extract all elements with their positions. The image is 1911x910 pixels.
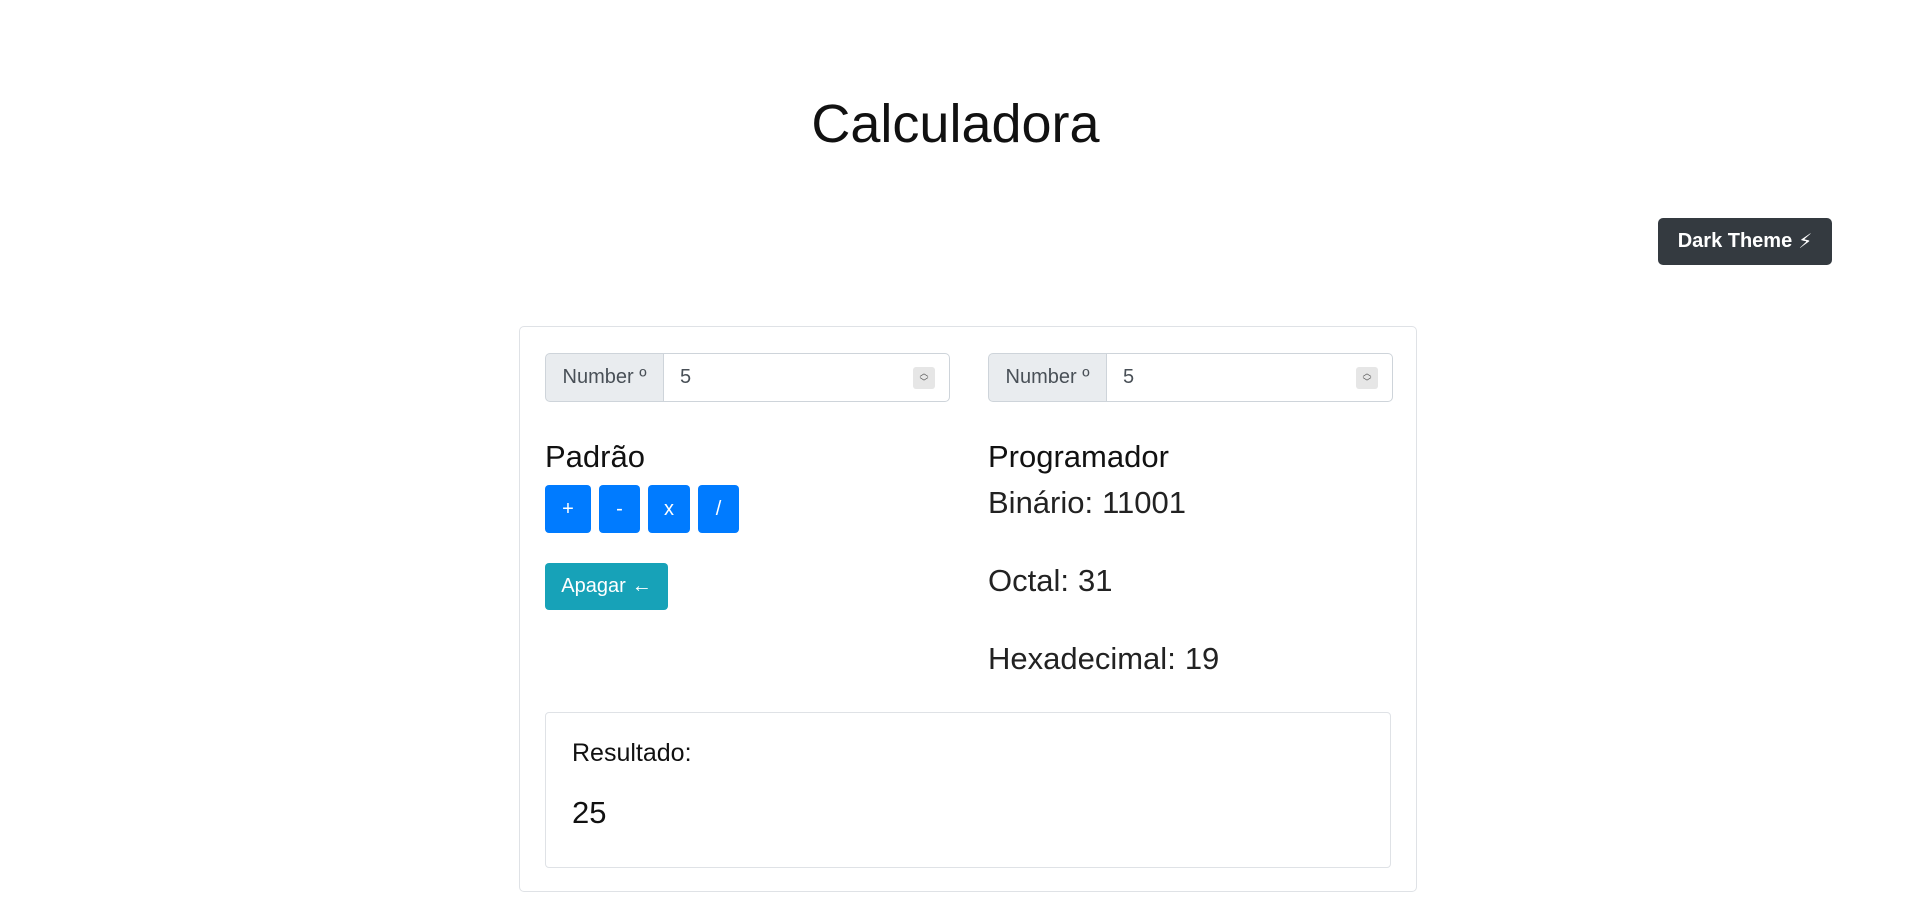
multiply-button[interactable]: x <box>648 485 690 533</box>
number-input-1[interactable]: 5 ︿ ﹀ <box>664 353 950 402</box>
number-input-2[interactable]: 5 ︿ ﹀ <box>1107 353 1393 402</box>
number-prefix-2: Number º <box>988 353 1107 402</box>
page-title: Calculadora <box>811 94 1100 154</box>
dark-theme-button[interactable]: Dark Theme ⚡ <box>1658 218 1832 265</box>
clear-button[interactable]: Apagar ← <box>545 563 668 610</box>
standard-section-title: Padrão <box>545 439 645 474</box>
binary-readout: Binário: 11001 <box>988 485 1186 521</box>
clear-button-label: Apagar <box>561 575 626 597</box>
number-prefix-1: Number º <box>545 353 664 402</box>
spinner-down-icon[interactable]: ﹀ <box>1362 378 1371 387</box>
result-box: Resultado: 25 <box>545 712 1391 868</box>
spinner-down-icon[interactable]: ﹀ <box>919 378 928 387</box>
number-input-2-value: 5 <box>1123 366 1135 388</box>
octal-readout: Octal: 31 <box>988 563 1112 599</box>
lightning-bolt-icon: ⚡ <box>1798 231 1813 253</box>
page: Calculadora Dark Theme ⚡ Number º 5 ︿ ﹀ … <box>0 0 1911 910</box>
programmer-section-title: Programador <box>988 439 1169 474</box>
dark-theme-label: Dark Theme <box>1677 230 1793 252</box>
divide-button[interactable]: / <box>698 485 739 533</box>
operation-buttons: + - x / <box>545 485 739 533</box>
number-spinner-2[interactable]: ︿ ﹀ <box>1356 367 1378 389</box>
number-input-group-2: Number º 5 ︿ ﹀ <box>988 353 1393 402</box>
number-spinner-1[interactable]: ︿ ﹀ <box>913 367 935 389</box>
result-label: Resultado: <box>572 739 692 767</box>
binary-value: 11001 <box>1102 485 1187 520</box>
number-input-group-1: Number º 5 ︿ ﹀ <box>545 353 950 402</box>
subtract-button[interactable]: - <box>599 485 640 533</box>
result-value: 25 <box>572 795 607 830</box>
arrow-left-icon: ← <box>631 575 652 597</box>
hex-value: 19 <box>1184 641 1220 676</box>
calculator-card: Number º 5 ︿ ﹀ Number º 5 ︿ ﹀ Padrão + -… <box>519 326 1417 892</box>
octal-value: 31 <box>1077 563 1113 598</box>
hex-readout: Hexadecimal: 19 <box>988 641 1219 677</box>
hex-label: Hexadecimal: <box>988 641 1176 676</box>
add-button[interactable]: + <box>545 485 591 533</box>
octal-label: Octal: <box>988 563 1069 598</box>
number-input-1-value: 5 <box>680 366 692 388</box>
binary-label: Binário: <box>988 485 1094 520</box>
